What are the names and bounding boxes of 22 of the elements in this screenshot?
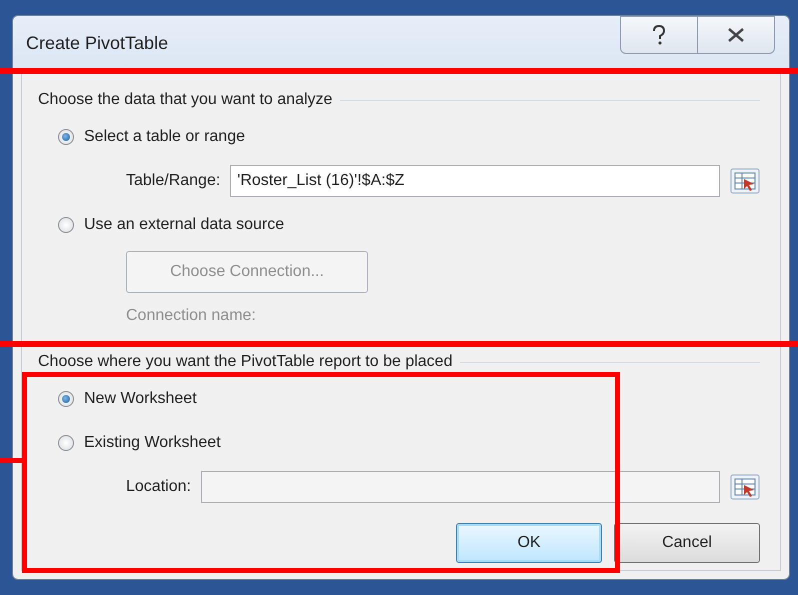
help-icon[interactable]	[620, 16, 698, 54]
radio-button[interactable]	[58, 435, 74, 451]
close-icon[interactable]	[698, 16, 775, 54]
radio-label[interactable]: Select a table or range	[84, 128, 245, 146]
radio-label[interactable]: Existing Worksheet	[84, 434, 221, 452]
radio-button[interactable]	[58, 391, 74, 407]
radio-label[interactable]: New Worksheet	[84, 390, 197, 408]
radio-label[interactable]: Use an external data source	[84, 216, 284, 234]
section-heading: Choose where you want the PivotTable report to be placed	[38, 353, 452, 371]
radio-button[interactable]	[58, 217, 74, 233]
dialog-button[interactable]: Cancel	[614, 523, 760, 563]
radio-button[interactable]	[58, 129, 74, 145]
field-label: Location:	[126, 478, 191, 496]
connection-name-label: Connection name:	[126, 306, 257, 326]
section-heading: Choose the data that you want to analyze	[38, 91, 332, 109]
range-picker-icon[interactable]	[730, 474, 760, 500]
window-title: Create PivotTable	[26, 32, 168, 54]
field-label: Table/Range:	[126, 172, 220, 190]
range-picker-icon[interactable]	[730, 168, 760, 194]
dialog-button[interactable]: OK	[456, 523, 602, 563]
location-field[interactable]	[200, 471, 720, 503]
range-field[interactable]: 'Roster_List (16)'!$A:$Z	[230, 165, 720, 197]
